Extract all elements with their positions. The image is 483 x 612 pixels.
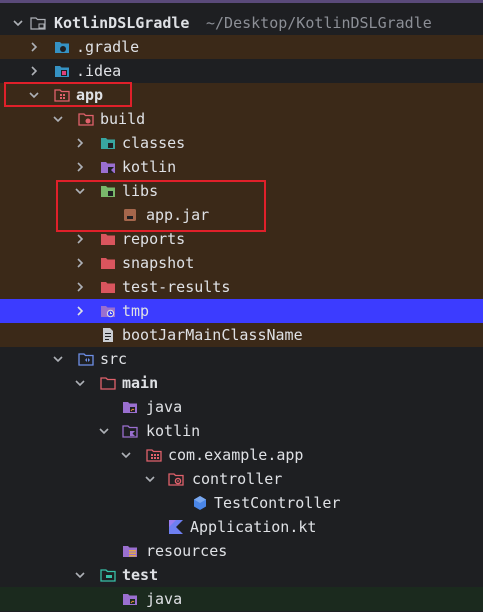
tree-item-label: snapshot: [122, 254, 195, 272]
tree-item-label: src: [100, 350, 128, 368]
test-root-icon: [100, 567, 116, 583]
tree-item-label: tmp: [122, 302, 150, 320]
tree-item-label: .idea: [76, 62, 122, 80]
module-folder-icon: [54, 87, 70, 103]
kotlin-class-icon: [192, 495, 208, 511]
folder-icon: [100, 231, 116, 247]
chevron-right-icon[interactable]: [74, 257, 86, 269]
source-root-icon: [122, 399, 138, 415]
tree-item-label: resources: [146, 542, 228, 560]
tree-item-label: app: [76, 86, 104, 104]
tree-item-label: build: [100, 110, 146, 128]
tree-row-app[interactable]: app: [0, 83, 483, 107]
kotlin-file-icon: [168, 519, 184, 535]
jar-icon: [122, 207, 138, 223]
folder-icon: [100, 303, 116, 319]
folder-icon: [54, 63, 70, 79]
tree-row-gradle[interactable]: .gradle: [0, 35, 483, 59]
folder-icon: [100, 135, 116, 151]
module-folder-icon: [30, 15, 46, 31]
chevron-right-icon[interactable]: [74, 233, 86, 245]
tree-row-package[interactable]: com.example.app: [0, 443, 483, 467]
tree-row-test[interactable]: test: [0, 563, 483, 587]
folder-icon: [100, 159, 116, 175]
tree-item-label: .gradle: [76, 38, 140, 56]
tree-row-project-root[interactable]: KotlinDSLGradle ~/Desktop/KotlinDSLGradl…: [0, 11, 483, 35]
tree-item-label: bootJarMainClassName: [122, 326, 303, 344]
chevron-right-icon[interactable]: [74, 137, 86, 149]
chevron-down-icon[interactable]: [12, 17, 24, 29]
chevron-down-icon[interactable]: [74, 377, 86, 389]
tree-row-boot-jar[interactable]: bootJarMainClassName: [0, 323, 483, 347]
tree-item-label: kotlin: [146, 422, 201, 440]
tree-row-controller[interactable]: controller: [0, 467, 483, 491]
tree-item-label: kotlin: [122, 158, 177, 176]
tree-item-label: com.example.app: [168, 446, 304, 464]
chevron-down-icon[interactable]: [28, 89, 40, 101]
text-file-icon: [100, 327, 116, 343]
chevron-down-icon[interactable]: [74, 185, 86, 197]
tree-row-java-main[interactable]: java: [0, 395, 483, 419]
tree-row-app-jar[interactable]: app.jar: [0, 203, 483, 227]
tree-row-idea[interactable]: .idea: [0, 59, 483, 83]
tree-row-resources[interactable]: resources: [0, 539, 483, 563]
tree-row-test-results[interactable]: test-results: [0, 275, 483, 299]
tree-item-label: test: [122, 566, 159, 584]
project-path: ~/Desktop/KotlinDSLGradle: [206, 14, 432, 32]
package-icon: [146, 447, 162, 463]
tree-row-kotlin-src[interactable]: kotlin: [0, 419, 483, 443]
tree-item-label: controller: [192, 470, 283, 488]
folder-icon: [100, 279, 116, 295]
resources-root-icon: [122, 543, 138, 559]
chevron-right-icon[interactable]: [74, 161, 86, 173]
chevron-right-icon[interactable]: [28, 41, 40, 53]
tree-item-label: java: [146, 398, 183, 416]
test-root-icon: [122, 591, 138, 607]
chevron-down-icon[interactable]: [52, 353, 64, 365]
tree-row-libs[interactable]: libs: [0, 179, 483, 203]
chevron-right-icon[interactable]: [74, 305, 86, 317]
tree-item-label: libs: [122, 182, 159, 200]
tree-item-label: java: [146, 590, 183, 608]
tree-row-java-test[interactable]: java: [0, 587, 483, 611]
chevron-down-icon[interactable]: [52, 113, 64, 125]
chevron-right-icon[interactable]: [28, 65, 40, 77]
tree-row-build[interactable]: build: [0, 107, 483, 131]
tree-row-kotlin-build[interactable]: kotlin: [0, 155, 483, 179]
chevron-down-icon[interactable]: [120, 449, 132, 461]
package-icon: [168, 471, 184, 487]
tree-row-src[interactable]: src: [0, 347, 483, 371]
tree-row-reports[interactable]: reports: [0, 227, 483, 251]
folder-icon: [100, 183, 116, 199]
chevron-down-icon[interactable]: [74, 569, 86, 581]
window-top-edge: [0, 0, 483, 3]
folder-icon: [100, 255, 116, 271]
tree-item-label: TestController: [214, 494, 341, 512]
tree-item-label: test-results: [122, 278, 231, 296]
tree-item-label: Application.kt: [190, 518, 317, 536]
tree-row-snapshot[interactable]: snapshot: [0, 251, 483, 275]
tree-item-label: app.jar: [146, 206, 210, 224]
project-name: KotlinDSLGradle: [54, 14, 190, 32]
chevron-right-icon[interactable]: [74, 281, 86, 293]
tree-row-test-controller[interactable]: TestController: [0, 491, 483, 515]
tree-item-label: classes: [122, 134, 186, 152]
chevron-down-icon[interactable]: [144, 473, 156, 485]
tree-row-application[interactable]: Application.kt: [0, 515, 483, 539]
tree-row-main[interactable]: main: [0, 371, 483, 395]
tree-item-label: main: [122, 374, 159, 392]
tree-row-tmp[interactable]: tmp: [0, 299, 483, 323]
folder-icon: [100, 375, 116, 391]
chevron-down-icon[interactable]: [98, 425, 110, 437]
folder-icon: [54, 39, 70, 55]
tree-row-classes[interactable]: classes: [0, 131, 483, 155]
source-root-icon: [122, 423, 138, 439]
tree-item-label: reports: [122, 230, 186, 248]
excluded-folder-icon: [78, 111, 94, 127]
source-root-icon: [78, 351, 94, 367]
